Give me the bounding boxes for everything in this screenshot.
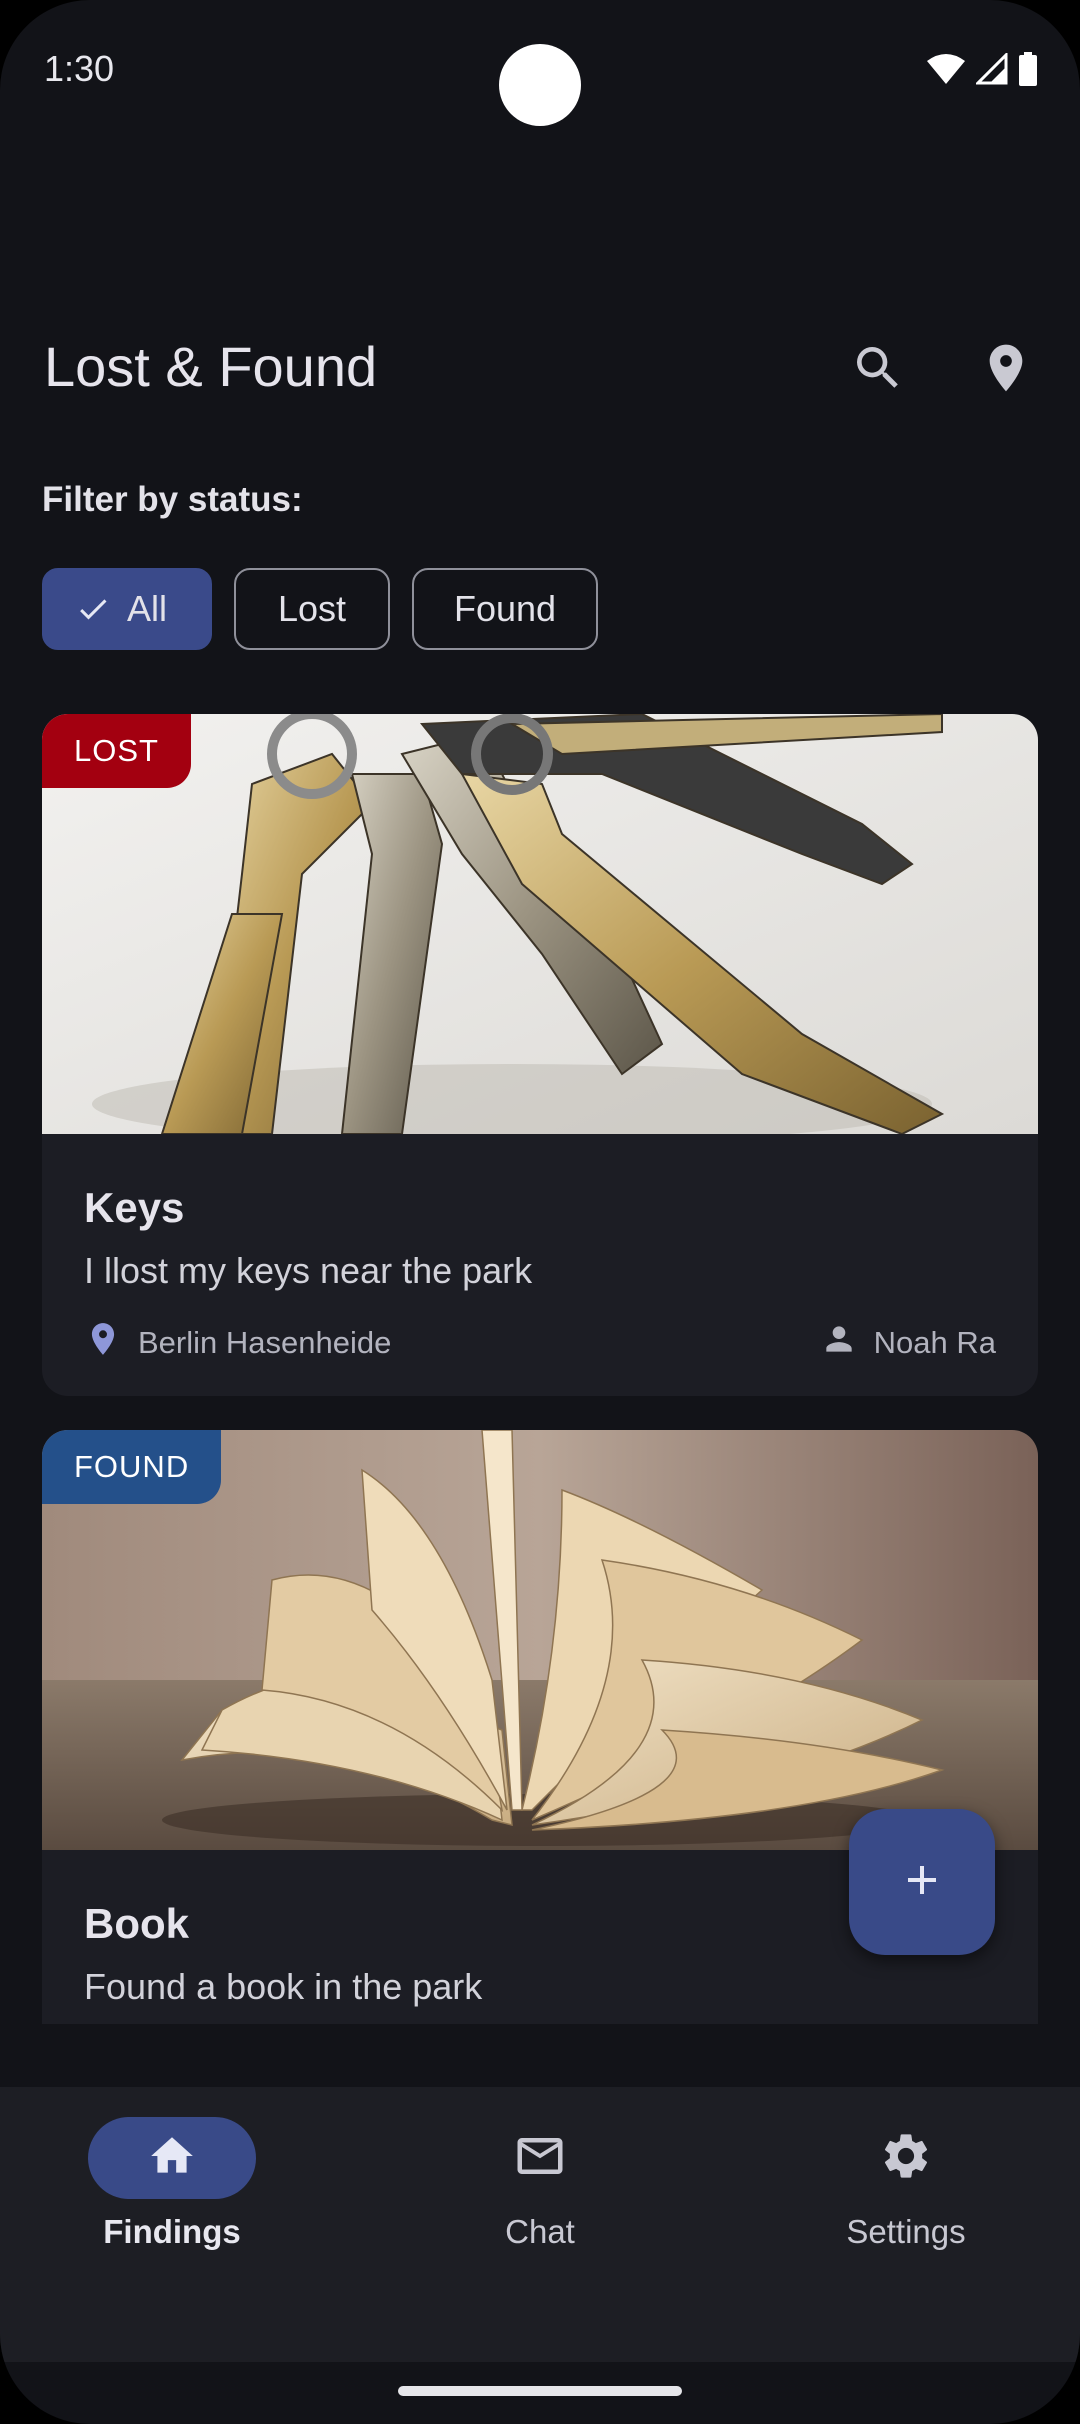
chip-all-label: All bbox=[126, 588, 167, 629]
location-text: Berlin Hasenheide bbox=[138, 1325, 392, 1360]
card-description: Found a book in the park bbox=[84, 1966, 483, 2007]
keys-image: LOST bbox=[42, 714, 1038, 1134]
item-card[interactable]: LOST Keys I llost my keys near the park … bbox=[42, 714, 1038, 1396]
filter-label: Filter by status: bbox=[42, 480, 303, 519]
search-button[interactable] bbox=[838, 330, 918, 410]
signal-icon bbox=[974, 51, 1008, 90]
camera-cutout bbox=[499, 44, 581, 126]
page-title: Lost & Found bbox=[44, 335, 378, 398]
plus-icon bbox=[898, 1856, 946, 1909]
location-button[interactable] bbox=[966, 330, 1046, 410]
check-icon bbox=[75, 591, 111, 627]
add-item-button[interactable] bbox=[849, 1809, 995, 1955]
gear-icon bbox=[879, 2129, 933, 2188]
status-time: 1:30 bbox=[44, 48, 115, 89]
battery-icon bbox=[1018, 52, 1038, 91]
user-name: Noah Ra bbox=[873, 1325, 996, 1360]
status-icons bbox=[926, 51, 1038, 91]
card-meta: Berlin Hasenheide Noah Ra bbox=[84, 1320, 996, 1360]
bottom-navigation: Findings Chat Settings bbox=[0, 2087, 1080, 2362]
chip-lost-label: Lost bbox=[277, 588, 347, 629]
nav-label: Chat bbox=[505, 2213, 575, 2250]
nav-indicator bbox=[456, 2117, 624, 2199]
nav-item-findings[interactable]: Findings bbox=[42, 2117, 302, 2251]
chip-found-label: Found bbox=[453, 588, 557, 629]
mail-icon bbox=[513, 2129, 567, 2188]
book-image: FOUND bbox=[42, 1430, 1038, 1850]
card-description: I llost my keys near the park bbox=[84, 1250, 533, 1291]
location-pin-icon bbox=[84, 1320, 122, 1366]
status-bar: 1:30 bbox=[0, 0, 1080, 140]
person-icon bbox=[820, 1320, 858, 1366]
nav-indicator bbox=[822, 2117, 990, 2199]
card-title: Keys bbox=[84, 1184, 185, 1231]
home-indicator[interactable] bbox=[398, 2386, 682, 2396]
chip-lost[interactable]: Lost bbox=[234, 568, 390, 650]
nav-label: Findings bbox=[103, 2213, 241, 2250]
chip-found[interactable]: Found bbox=[412, 568, 598, 650]
nav-item-chat[interactable]: Chat bbox=[410, 2117, 670, 2251]
card-user: Noah Ra bbox=[820, 1320, 996, 1366]
home-icon bbox=[147, 2131, 197, 2186]
filter-chips: All Lost Found bbox=[42, 568, 598, 650]
phone-screen: 1:30 Lost & Found Filter by status: All … bbox=[0, 0, 1080, 2424]
wifi-icon bbox=[926, 53, 966, 90]
status-badge: FOUND bbox=[42, 1430, 222, 1504]
search-icon bbox=[850, 340, 906, 401]
nav-item-settings[interactable]: Settings bbox=[776, 2117, 1036, 2251]
card-location: Berlin Hasenheide bbox=[84, 1320, 391, 1366]
status-badge: LOST bbox=[42, 714, 191, 788]
nav-label: Settings bbox=[846, 2213, 966, 2250]
nav-indicator bbox=[88, 2117, 256, 2199]
chip-all[interactable]: All bbox=[42, 568, 212, 650]
location-pin-icon bbox=[978, 340, 1034, 401]
card-body: Keys I llost my keys near the park Berli… bbox=[42, 1134, 1038, 1360]
